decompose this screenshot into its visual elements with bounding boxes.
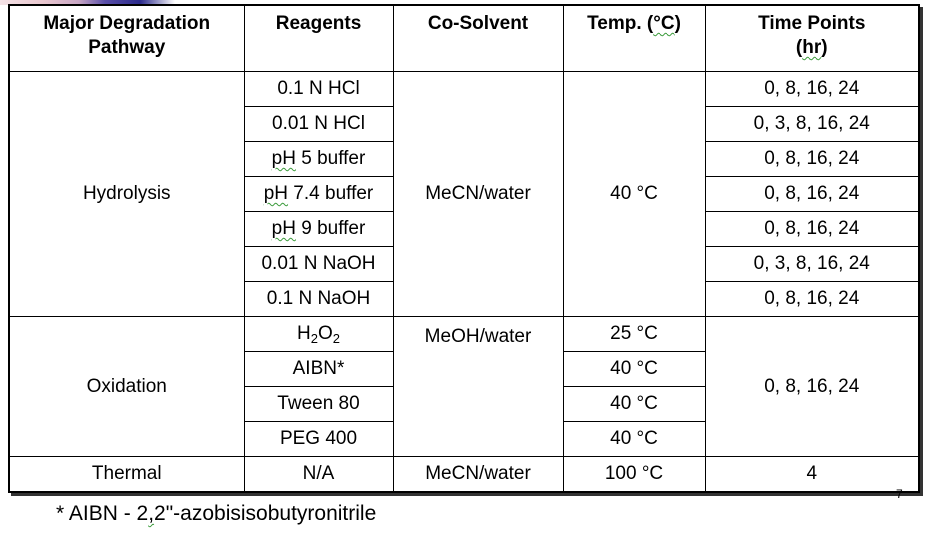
reagent-ph: pH	[271, 218, 296, 239]
cosolvent-oxidation: MeOH/water	[392, 316, 564, 457]
reagent-rest: 7.4 buffer	[288, 183, 374, 204]
reagent-rest: 5 buffer	[295, 148, 366, 169]
table-row: Hydrolysis 0.1 N HCl MeCN/water 40 °C 0,…	[8, 71, 920, 317]
pathway-hydrolysis: Hydrolysis	[8, 71, 245, 317]
table-row: Oxidation H2O2 MeOH/water 25 °C 0, 8, 16…	[8, 316, 920, 457]
pathway-oxidation: Oxidation	[8, 316, 245, 457]
time-cell: 0, 3, 8, 16, 24	[704, 246, 920, 282]
header-cosolvent: Co-Solvent	[392, 4, 564, 72]
reagent-cell: Tween 80	[243, 386, 394, 422]
reagent-ph: pH	[271, 148, 296, 169]
header-pathway: Major Degradation Pathway	[8, 4, 245, 72]
footnote-prefix: * AIBN - 2	[56, 502, 149, 525]
reagent-cell: PEG 400	[243, 421, 394, 457]
page-number: 7	[896, 487, 903, 501]
time-cell: 0, 8, 16, 24	[704, 211, 920, 247]
temp-cell: 100 °C	[562, 456, 706, 493]
header-reagents: Reagents	[243, 4, 394, 72]
reagent-o: O	[317, 323, 333, 344]
reagent-cell: 0.1 N HCl	[243, 71, 394, 107]
time-cell: 0, 8, 16, 24	[704, 141, 920, 177]
degradation-conditions-table: Major Degradation Pathway Reagents Co-Sol…	[8, 4, 920, 493]
reagent-cell: 0.01 N HCl	[243, 106, 394, 142]
reagent-sub: 2	[310, 331, 318, 346]
time-cell: 0, 3, 8, 16, 24	[704, 106, 920, 142]
reagent-ph: pH	[263, 183, 289, 204]
header-time-unit: hr	[802, 37, 822, 58]
header-temp-suffix: )	[674, 13, 681, 34]
temp-cell: 40 °C	[562, 386, 706, 422]
reagent-rest: 9 buffer	[295, 218, 366, 239]
temp-hydrolysis: 40 °C	[562, 71, 706, 317]
reagent-cell: pH 9 buffer	[243, 211, 394, 247]
reagent-cell: AIBN*	[243, 351, 394, 387]
reagent-cell: H2O2	[243, 316, 394, 352]
header-pathway-line2: Pathway	[88, 37, 166, 58]
reagent-cell: pH 5 buffer	[243, 141, 394, 177]
header-time-points: Time Points (hr)	[704, 4, 920, 72]
reagent-cell: 0.1 N NaOH	[243, 281, 394, 317]
header-time-close: )	[821, 37, 828, 58]
header-temp-prefix: Temp. (	[587, 13, 654, 34]
header-temp-unit: °C	[653, 13, 675, 34]
cosolvent-thermal: MeCN/water	[392, 456, 564, 493]
temp-cell: 40 °C	[562, 421, 706, 457]
time-cell: 0, 8, 16, 24	[704, 281, 920, 317]
header-time-line1: Time Points	[758, 13, 866, 34]
table-row: Thermal N/A MeCN/water 100 °C 4	[8, 456, 920, 493]
footnote-suffix: 2"-azobisisobutyronitrile	[154, 502, 377, 525]
cosolvent-hydrolysis: MeCN/water	[392, 71, 564, 317]
time-cell: 0, 8, 16, 24	[704, 176, 920, 212]
time-cell: 4	[704, 456, 920, 493]
temp-cell: 40 °C	[562, 351, 706, 387]
time-cell: 0, 8, 16, 24	[704, 71, 920, 107]
reagent-cell: pH 7.4 buffer	[243, 176, 394, 212]
pathway-thermal: Thermal	[8, 456, 245, 493]
temp-cell: 25 °C	[562, 316, 706, 352]
reagent-cell: N/A	[243, 456, 394, 493]
header-temp: Temp. (°C)	[562, 4, 706, 72]
reagent-cell: 0.01 N NaOH	[243, 246, 394, 282]
header-pathway-line1: Major Degradation	[43, 13, 211, 34]
time-oxidation: 0, 8, 16, 24	[704, 316, 920, 457]
reagent-sub: 2	[332, 331, 340, 346]
reagent-h: H	[297, 323, 311, 344]
header-row: Major Degradation Pathway Reagents Co-Sol…	[8, 4, 920, 72]
footnote: * AIBN - 2,2"-azobisisobutyronitrile	[56, 502, 376, 526]
